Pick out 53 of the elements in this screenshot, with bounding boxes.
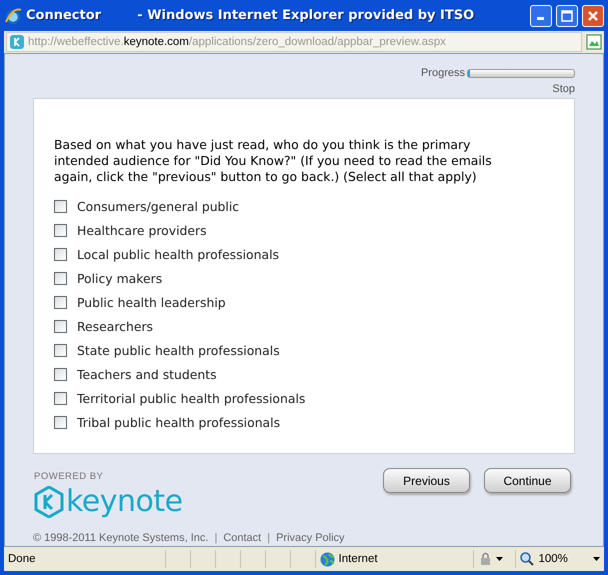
checkbox[interactable]: [54, 368, 67, 380]
caret-icon[interactable]: [496, 557, 503, 561]
logo-icon: [34, 486, 64, 518]
option-label: Territorial public health professionals: [77, 390, 306, 406]
option-label: Healthcare providers: [77, 222, 207, 238]
window-title: Connector - Windows Internet Explorer provided by ITSO: [26, 8, 476, 23]
zone-text: Internet: [338, 553, 378, 565]
option-label: Policy makers: [77, 270, 162, 286]
separator-text: |: [214, 532, 218, 544]
option-label: Local public health professionals: [77, 246, 279, 262]
checkbox[interactable]: [54, 344, 67, 356]
globe-icon: [320, 552, 335, 566]
nav-button[interactable]: Previous: [383, 468, 470, 493]
checkbox[interactable]: [54, 392, 67, 404]
checkbox[interactable]: [54, 296, 67, 308]
progress-label: Progress: [420, 67, 465, 79]
option-label: Tribal public health professionals: [77, 414, 280, 430]
zoom-level[interactable]: 100%: [538, 553, 568, 565]
checkbox[interactable]: [54, 248, 67, 260]
brand-name: keynote: [66, 487, 183, 517]
caret-icon[interactable]: [592, 557, 600, 561]
address-field[interactable]: http://webeffective.keynote.com/applications/zero_download/appbar_preview.aspx: [6, 32, 582, 52]
option-label: Consumers/general public: [77, 198, 240, 214]
nav-button[interactable]: Continue: [484, 468, 571, 493]
url-text: http://webeffective.: [28, 36, 124, 48]
checkbox[interactable]: [54, 272, 67, 284]
zoom-icon[interactable]: [520, 552, 534, 566]
copyright-text: © 1998-2011 Keynote Systems, Inc.: [33, 532, 208, 544]
checkbox[interactable]: [54, 224, 67, 236]
separator-text: |: [267, 532, 270, 544]
close-icon: [587, 10, 599, 22]
powered-by-text: POWERED BY: [34, 471, 104, 482]
picture-icon[interactable]: [586, 34, 602, 50]
footer-link[interactable]: Contact: [223, 532, 262, 544]
browser-logo-icon: [4, 6, 22, 24]
url-text: /applications/zero_download/appbar_preview.aspx: [188, 36, 446, 48]
maximize-button[interactable]: [556, 4, 578, 26]
option-label: Public health leadership: [77, 294, 226, 310]
question-text: Based on what you have just read, who do you think is the primary intended audience for "Did You Know?" (If you need to read the emails again, click the "previous" button to go back.) (Select all that apply): [54, 137, 493, 185]
option-label: State public health professionals: [77, 342, 280, 358]
site-icon: [10, 35, 24, 49]
footer-link[interactable]: Privacy Policy: [276, 532, 345, 544]
minimize-button[interactable]: [530, 4, 552, 26]
url-domain: keynote.com: [124, 36, 189, 48]
checkbox[interactable]: [54, 200, 67, 212]
stop-link[interactable]: Stop: [552, 83, 575, 95]
status-text: Done: [8, 553, 36, 565]
option-label: Teachers and students: [77, 366, 217, 382]
option-label: Researchers: [77, 318, 154, 334]
maximize-icon: [561, 10, 573, 22]
close-button[interactable]: [582, 4, 604, 26]
checkbox[interactable]: [54, 416, 67, 428]
checkbox[interactable]: [54, 320, 67, 332]
